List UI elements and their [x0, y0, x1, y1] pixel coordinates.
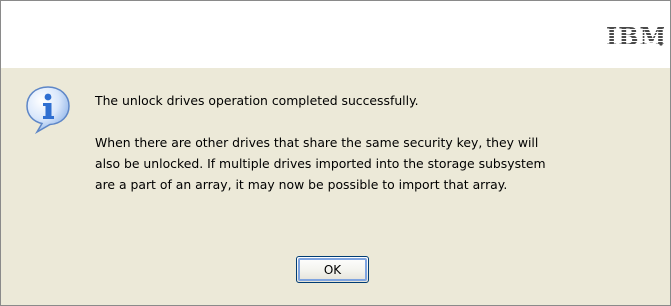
- message-dialog: IBM The unlock drives operation complete…: [0, 0, 671, 306]
- ibm-logo-icon: IBM: [606, 24, 664, 48]
- ok-button-label: OK: [323, 262, 342, 277]
- dialog-header: IBM: [1, 1, 670, 68]
- information-icon: [23, 84, 73, 134]
- ok-button[interactable]: OK: [296, 256, 369, 283]
- message-secondary-line: also be unlocked. If multiple drives imp…: [95, 156, 546, 171]
- svg-text:IBM: IBM: [606, 24, 664, 48]
- message-primary: The unlock drives operation completed su…: [95, 93, 419, 108]
- message-secondary-line: When there are other drives that share t…: [95, 135, 539, 150]
- dialog-message: The unlock drives operation completed su…: [95, 90, 650, 195]
- ibm-logo: IBM: [606, 22, 664, 48]
- message-secondary-line: are a part of an array, it may now be po…: [95, 177, 508, 192]
